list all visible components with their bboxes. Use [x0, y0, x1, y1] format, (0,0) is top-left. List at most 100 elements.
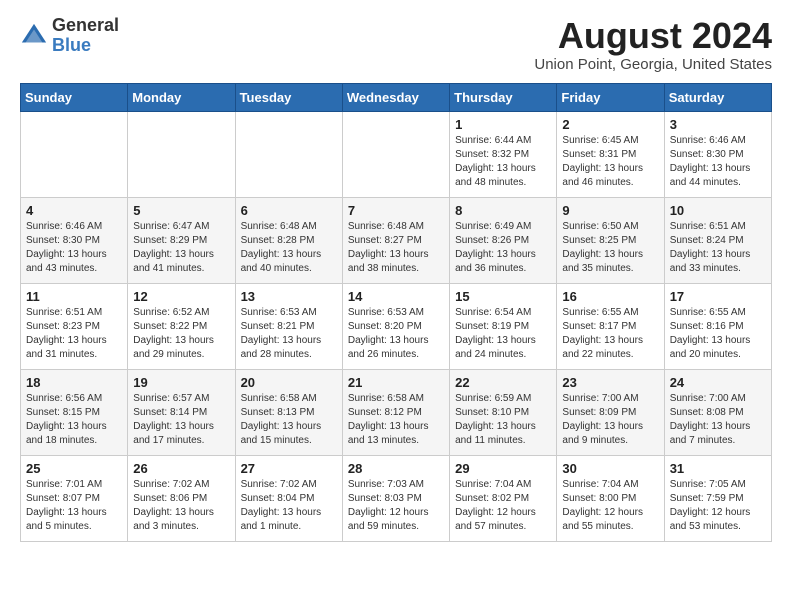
day-number: 17: [670, 289, 766, 304]
day-info: Sunrise: 6:46 AM Sunset: 8:30 PM Dayligh…: [26, 220, 122, 276]
calendar-week-row: 11 Sunrise: 6:51 AM Sunset: 8:23 PM Dayli…: [21, 283, 772, 369]
day-info: Sunrise: 7:04 AM Sunset: 8:02 PM Dayligh…: [455, 478, 551, 534]
weekday-row: SundayMondayTuesdayWednesdayThursdayFrid…: [21, 83, 772, 111]
day-number: 11: [26, 289, 122, 304]
day-number: 16: [562, 289, 658, 304]
calendar-cell: 5 Sunrise: 6:47 AM Sunset: 8:29 PM Daylig…: [128, 197, 235, 283]
day-number: 25: [26, 461, 122, 476]
calendar-cell: 27 Sunrise: 7:02 AM Sunset: 8:04 PM Dayli…: [235, 455, 342, 541]
calendar-cell: 13Sunrise: 6:53 AM Sunset: 8:21 PM Dayli…: [235, 283, 342, 369]
calendar-header: SundayMondayTuesdayWednesdayThursdayFrid…: [21, 83, 772, 111]
weekday-header: Saturday: [664, 83, 771, 111]
calendar-cell: 7 Sunrise: 6:48 AM Sunset: 8:27 PM Daylig…: [342, 197, 449, 283]
day-number: 18: [26, 375, 122, 390]
calendar-cell: [235, 111, 342, 197]
calendar-cell: 8 Sunrise: 6:49 AM Sunset: 8:26 PM Daylig…: [450, 197, 557, 283]
day-info: Sunrise: 6:48 AM Sunset: 8:27 PM Dayligh…: [348, 220, 444, 276]
day-info: Sunrise: 7:05 AM Sunset: 7:59 PM Dayligh…: [670, 478, 766, 534]
calendar-week-row: 25 Sunrise: 7:01 AM Sunset: 8:07 PM Dayli…: [21, 455, 772, 541]
day-number: 27: [241, 461, 337, 476]
calendar-cell: 19Sunrise: 6:57 AM Sunset: 8:14 PM Dayli…: [128, 369, 235, 455]
day-number: 6: [241, 203, 337, 218]
day-info: Sunrise: 6:52 AM Sunset: 8:22 PM Dayligh…: [133, 306, 229, 362]
month-year-title: August 2024: [534, 16, 772, 56]
day-info: Sunrise: 6:58 AM Sunset: 8:12 PM Dayligh…: [348, 392, 444, 448]
day-info: Sunrise: 6:56 AM Sunset: 8:15 PM Dayligh…: [26, 392, 122, 448]
day-info: Sunrise: 6:54 AM Sunset: 8:19 PM Dayligh…: [455, 306, 551, 362]
day-number: 5: [133, 203, 229, 218]
weekday-header: Thursday: [450, 83, 557, 111]
day-number: 8: [455, 203, 551, 218]
day-number: 10: [670, 203, 766, 218]
logo-text: General Blue: [52, 16, 119, 56]
calendar-cell: 2Sunrise: 6:45 AM Sunset: 8:31 PM Daylig…: [557, 111, 664, 197]
calendar-cell: 21 Sunrise: 6:58 AM Sunset: 8:12 PM Dayli…: [342, 369, 449, 455]
day-number: 14: [348, 289, 444, 304]
calendar-cell: 12Sunrise: 6:52 AM Sunset: 8:22 PM Dayli…: [128, 283, 235, 369]
day-number: 7: [348, 203, 444, 218]
calendar-cell: 10 Sunrise: 6:51 AM Sunset: 8:24 PM Dayli…: [664, 197, 771, 283]
day-info: Sunrise: 7:01 AM Sunset: 8:07 PM Dayligh…: [26, 478, 122, 534]
calendar-cell: 18 Sunrise: 6:56 AM Sunset: 8:15 PM Dayli…: [21, 369, 128, 455]
logo-icon: [20, 22, 48, 50]
day-info: Sunrise: 7:02 AM Sunset: 8:04 PM Dayligh…: [241, 478, 337, 534]
calendar-cell: 28Sunrise: 7:03 AM Sunset: 8:03 PM Dayli…: [342, 455, 449, 541]
calendar-cell: 6 Sunrise: 6:48 AM Sunset: 8:28 PM Daylig…: [235, 197, 342, 283]
calendar-body: 1 Sunrise: 6:44 AM Sunset: 8:32 PM Daylig…: [21, 111, 772, 541]
day-info: Sunrise: 6:55 AM Sunset: 8:17 PM Dayligh…: [562, 306, 658, 362]
day-number: 29: [455, 461, 551, 476]
day-number: 15: [455, 289, 551, 304]
day-info: Sunrise: 6:51 AM Sunset: 8:24 PM Dayligh…: [670, 220, 766, 276]
calendar-week-row: 18 Sunrise: 6:56 AM Sunset: 8:15 PM Dayli…: [21, 369, 772, 455]
day-info: Sunrise: 6:48 AM Sunset: 8:28 PM Dayligh…: [241, 220, 337, 276]
day-number: 21: [348, 375, 444, 390]
calendar-cell: [21, 111, 128, 197]
calendar-cell: 1 Sunrise: 6:44 AM Sunset: 8:32 PM Daylig…: [450, 111, 557, 197]
calendar-week-row: 4Sunrise: 6:46 AM Sunset: 8:30 PM Daylig…: [21, 197, 772, 283]
calendar-table: SundayMondayTuesdayWednesdayThursdayFrid…: [20, 83, 772, 542]
weekday-header: Friday: [557, 83, 664, 111]
day-number: 30: [562, 461, 658, 476]
calendar-cell: 15 Sunrise: 6:54 AM Sunset: 8:19 PM Dayli…: [450, 283, 557, 369]
calendar-cell: 23 Sunrise: 7:00 AM Sunset: 8:09 PM Dayli…: [557, 369, 664, 455]
logo-line1: General: [52, 16, 119, 36]
calendar-cell: 14 Sunrise: 6:53 AM Sunset: 8:20 PM Dayli…: [342, 283, 449, 369]
weekday-header: Monday: [128, 83, 235, 111]
day-number: 24: [670, 375, 766, 390]
weekday-header: Wednesday: [342, 83, 449, 111]
calendar-cell: 3 Sunrise: 6:46 AM Sunset: 8:30 PM Daylig…: [664, 111, 771, 197]
day-info: Sunrise: 6:53 AM Sunset: 8:21 PM Dayligh…: [241, 306, 337, 362]
calendar-cell: 17 Sunrise: 6:55 AM Sunset: 8:16 PM Dayli…: [664, 283, 771, 369]
day-info: Sunrise: 7:02 AM Sunset: 8:06 PM Dayligh…: [133, 478, 229, 534]
day-info: Sunrise: 6:50 AM Sunset: 8:25 PM Dayligh…: [562, 220, 658, 276]
day-info: Sunrise: 7:00 AM Sunset: 8:09 PM Dayligh…: [562, 392, 658, 448]
calendar-cell: 22 Sunrise: 6:59 AM Sunset: 8:10 PM Dayli…: [450, 369, 557, 455]
calendar-cell: 9Sunrise: 6:50 AM Sunset: 8:25 PM Daylig…: [557, 197, 664, 283]
day-number: 1: [455, 117, 551, 132]
day-info: Sunrise: 6:51 AM Sunset: 8:23 PM Dayligh…: [26, 306, 122, 362]
calendar-cell: 4Sunrise: 6:46 AM Sunset: 8:30 PM Daylig…: [21, 197, 128, 283]
day-number: 20: [241, 375, 337, 390]
day-info: Sunrise: 6:55 AM Sunset: 8:16 PM Dayligh…: [670, 306, 766, 362]
calendar-cell: 24 Sunrise: 7:00 AM Sunset: 8:08 PM Dayli…: [664, 369, 771, 455]
day-info: Sunrise: 7:00 AM Sunset: 8:08 PM Dayligh…: [670, 392, 766, 448]
calendar-cell: [128, 111, 235, 197]
day-info: Sunrise: 6:59 AM Sunset: 8:10 PM Dayligh…: [455, 392, 551, 448]
day-number: 3: [670, 117, 766, 132]
day-info: Sunrise: 6:46 AM Sunset: 8:30 PM Dayligh…: [670, 134, 766, 190]
weekday-header: Tuesday: [235, 83, 342, 111]
day-number: 19: [133, 375, 229, 390]
day-number: 22: [455, 375, 551, 390]
day-number: 28: [348, 461, 444, 476]
day-info: Sunrise: 6:53 AM Sunset: 8:20 PM Dayligh…: [348, 306, 444, 362]
logo-line2: Blue: [52, 36, 119, 56]
page-header: General Blue August 2024 Union Point, Ge…: [20, 16, 772, 73]
day-info: Sunrise: 7:04 AM Sunset: 8:00 PM Dayligh…: [562, 478, 658, 534]
day-info: Sunrise: 6:44 AM Sunset: 8:32 PM Dayligh…: [455, 134, 551, 190]
day-info: Sunrise: 6:49 AM Sunset: 8:26 PM Dayligh…: [455, 220, 551, 276]
weekday-header: Sunday: [21, 83, 128, 111]
day-info: Sunrise: 6:47 AM Sunset: 8:29 PM Dayligh…: [133, 220, 229, 276]
day-info: Sunrise: 6:45 AM Sunset: 8:31 PM Dayligh…: [562, 134, 658, 190]
title-block: August 2024 Union Point, Georgia, United…: [534, 16, 772, 73]
day-number: 23: [562, 375, 658, 390]
